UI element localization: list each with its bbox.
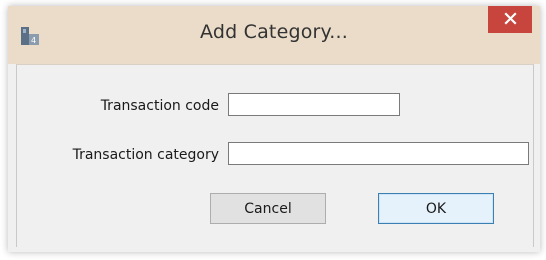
app-icon: 4 xyxy=(20,26,40,46)
dialog-body: Transaction code Transaction category Ca… xyxy=(16,64,534,247)
cancel-button[interactable]: Cancel xyxy=(210,193,326,224)
ok-button[interactable]: OK xyxy=(378,193,494,224)
add-category-dialog: 4 Add Category... Transaction code Trans… xyxy=(8,6,540,252)
svg-text:4: 4 xyxy=(31,36,36,45)
transaction-category-label: Transaction category xyxy=(72,147,219,163)
close-icon xyxy=(503,10,517,29)
dialog-titlebar[interactable]: 4 Add Category... xyxy=(8,6,540,64)
dialog-title: Add Category... xyxy=(199,21,349,43)
transaction-code-input[interactable] xyxy=(228,93,400,116)
transaction-code-label: Transaction code xyxy=(100,98,219,114)
transaction-category-input[interactable] xyxy=(228,142,529,165)
close-button[interactable] xyxy=(488,6,532,33)
